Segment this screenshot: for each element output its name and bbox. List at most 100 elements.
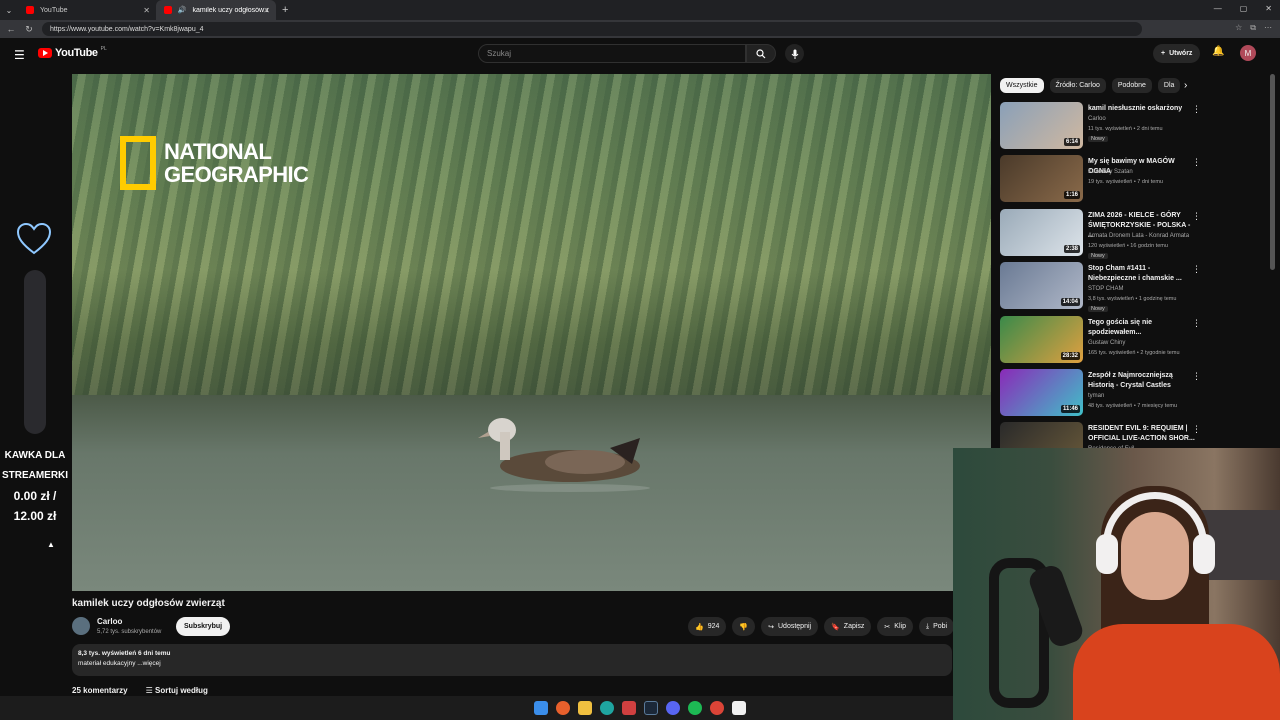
recommendation-channel[interactable]: STOP CHAM: [1088, 286, 1123, 292]
video-description[interactable]: 8,3 tys. wyświetleń 6 dni temu materiał …: [72, 644, 952, 676]
reload-icon[interactable]: ↻: [24, 24, 34, 35]
close-tab-icon[interactable]: ✕: [143, 6, 150, 15]
recommendation-channel[interactable]: Armata Dronem Lata - Konrad Armata: [1088, 233, 1189, 239]
video-thumbnail[interactable]: 6:14: [1000, 102, 1083, 149]
folder-icon[interactable]: [578, 701, 592, 715]
recommendation-meta: 19 tys. wyświetleń • 7 dni temu: [1088, 179, 1163, 186]
video-thumbnail[interactable]: 14:04: [1000, 262, 1083, 310]
more-options-icon[interactable]: ⋮: [1192, 264, 1201, 275]
subscribe-button[interactable]: Subskrybuj: [176, 617, 231, 636]
minimize-icon[interactable]: —: [1214, 4, 1222, 13]
more-options-icon[interactable]: ⋮: [1192, 318, 1201, 329]
donation-amount: 0.00 zł / 12.00 zł: [0, 486, 70, 526]
recommendation-item[interactable]: 14:04 Stop Cham #1411 - Niebezpieczne i c…: [1000, 262, 1205, 314]
discord-icon[interactable]: [666, 701, 680, 715]
webcam-headphone-right: [1193, 534, 1215, 574]
browser-tab-video[interactable]: 🔊 kamilek uczy odgłosów zwierz ✕: [156, 0, 276, 20]
recommendation-title[interactable]: Stop Cham #1411 - Niebezpieczne i chamsk…: [1088, 264, 1196, 284]
recommendation-title[interactable]: RESIDENT EVIL 9: REQUIEM | OFFICIAL LIVE…: [1088, 424, 1196, 444]
clip-button[interactable]: ✂ Klip: [877, 617, 913, 636]
chip-related[interactable]: Podobne: [1111, 78, 1152, 93]
speaker-icon[interactable]: 🔊: [178, 6, 187, 14]
video-thumbnail[interactable]: 11:46: [1000, 368, 1083, 416]
edge-icon[interactable]: [600, 701, 614, 715]
video-player[interactable]: NATIONAL GEOGRAPHIC: [72, 74, 991, 591]
recommendation-item[interactable]: 2:38 ZIMA 2026 - KIELCE - GÓRY ŚWIĘTOKRZY…: [1000, 208, 1205, 261]
notifications-bell-icon[interactable]: 🔔: [1212, 46, 1224, 57]
video-title: kamilek uczy odgłosów zwierząt: [72, 598, 225, 609]
taskbar-icons: [534, 701, 746, 715]
more-options-icon[interactable]: ⋮: [1192, 424, 1201, 435]
more-options-icon[interactable]: ⋮: [1192, 211, 1201, 222]
new-badge: Nowy: [1088, 252, 1108, 259]
chrome-icon[interactable]: [710, 701, 724, 715]
video-thumbnail[interactable]: 2:38: [1000, 208, 1083, 256]
video-thumbnail[interactable]: 1:16: [1000, 155, 1083, 203]
new-tab-button[interactable]: +: [282, 4, 288, 16]
star-icon[interactable]: ☆: [1235, 23, 1242, 33]
video-thumbnail[interactable]: [1000, 422, 1083, 448]
address-bar: ← ↻ https://www.youtube.com/watch?v=Kmk8…: [0, 20, 1280, 38]
sort-button[interactable]: ☰ Sortuj według: [146, 686, 208, 695]
recommendation-item[interactable]: 6:14 kamil niesłusznie oskarżony Carloo 11 …: [1000, 102, 1205, 154]
channel-avatar[interactable]: [72, 617, 90, 635]
video-thumbnail[interactable]: 28:32: [1000, 315, 1083, 363]
recommendation-title[interactable]: Zespół z Najmroczniejszą Historią - Crys…: [1088, 371, 1196, 391]
maximize-icon[interactable]: ▢: [1240, 4, 1248, 13]
menu-icon[interactable]: ☰: [14, 48, 25, 62]
recommendation-channel[interactable]: Gustaw Chiny: [1088, 340, 1125, 346]
tab-search-icon[interactable]: ⌄: [0, 6, 18, 15]
scrollbar[interactable]: [1270, 74, 1275, 270]
voice-search-button[interactable]: [785, 44, 804, 63]
create-button[interactable]: + Utwórz: [1153, 44, 1201, 63]
channel-name[interactable]: Carloo: [97, 617, 122, 626]
more-options-icon[interactable]: ⋮: [1192, 157, 1201, 168]
comments-count: 25 komentarzy: [72, 686, 128, 695]
recommendation-item[interactable]: 28:32 Tego gościa się nie spodziewałem...…: [1000, 315, 1205, 368]
url-field[interactable]: https://www.youtube.com/watch?v=Kmk8jwap…: [42, 22, 1142, 36]
chip-all[interactable]: Wszystkie: [1000, 78, 1044, 93]
chip-source[interactable]: Źródło: Carloo: [1049, 78, 1106, 93]
recommendation-item[interactable]: RESIDENT EVIL 9: REQUIEM | OFFICIAL LIVE…: [1000, 422, 1205, 448]
spotify-icon[interactable]: [688, 701, 702, 715]
more-options-icon[interactable]: ⋮: [1192, 104, 1201, 115]
close-tab-icon[interactable]: ✕: [263, 6, 270, 15]
back-icon[interactable]: ←: [6, 24, 16, 34]
recommendation-title[interactable]: kamil niesłusznie oskarżony: [1088, 104, 1196, 114]
recommendation-title[interactable]: Tego gościa się nie spodziewałem...: [1088, 318, 1196, 338]
download-button[interactable]: ⤓ Pobi: [918, 617, 955, 636]
calendar-icon[interactable]: [622, 701, 636, 715]
recommendation-item[interactable]: 11:46 Zespół z Najmroczniejszą Historią -…: [1000, 368, 1205, 421]
more-options-icon[interactable]: ⋮: [1192, 371, 1201, 382]
recommendation-channel[interactable]: Kakaowy Szatan: [1088, 169, 1133, 175]
chevron-right-icon[interactable]: ›: [1184, 80, 1187, 91]
extensions-icon[interactable]: ⧉: [1250, 23, 1256, 33]
like-button[interactable]: 👍 924: [688, 617, 727, 636]
recommendation-channel[interactable]: Carloo: [1088, 116, 1106, 122]
notion-icon[interactable]: [732, 701, 746, 715]
download-icon: ⤓: [925, 622, 930, 630]
chip-for-you[interactable]: Dla: [1157, 78, 1180, 93]
dislike-button[interactable]: 👎: [732, 617, 756, 636]
natgeo-frame-icon: [120, 136, 156, 190]
search-input[interactable]: Szukaj: [478, 44, 746, 63]
menu-icon[interactable]: ⋯: [1264, 23, 1272, 33]
tab-title: YouTube: [40, 6, 68, 14]
youtube-logo[interactable]: YouTube PL: [38, 46, 107, 59]
close-window-icon[interactable]: ✕: [1265, 4, 1272, 13]
avatar[interactable]: M: [1240, 45, 1256, 61]
save-button[interactable]: 🔖 Zapisz: [824, 617, 872, 636]
windows-start-icon[interactable]: [534, 701, 548, 715]
youtube-play-icon: [38, 48, 52, 58]
download-label: Pobi: [933, 623, 948, 630]
like-count: 924: [707, 623, 720, 630]
steam-icon[interactable]: [644, 701, 658, 715]
donation-goal: 12.00 zł: [13, 509, 57, 523]
firefox-icon[interactable]: [556, 701, 570, 715]
recommendation-channel[interactable]: tyman: [1088, 393, 1104, 399]
youtube-favicon-icon: [164, 6, 172, 14]
share-button[interactable]: ↪ Udostępnij: [761, 617, 819, 636]
recommendation-item[interactable]: 1:16 My się bawimy w MAGÓW OGNIA Kakaowy S…: [1000, 155, 1205, 207]
search-button[interactable]: [746, 44, 776, 63]
browser-tab-youtube[interactable]: YouTube ✕: [18, 0, 156, 20]
